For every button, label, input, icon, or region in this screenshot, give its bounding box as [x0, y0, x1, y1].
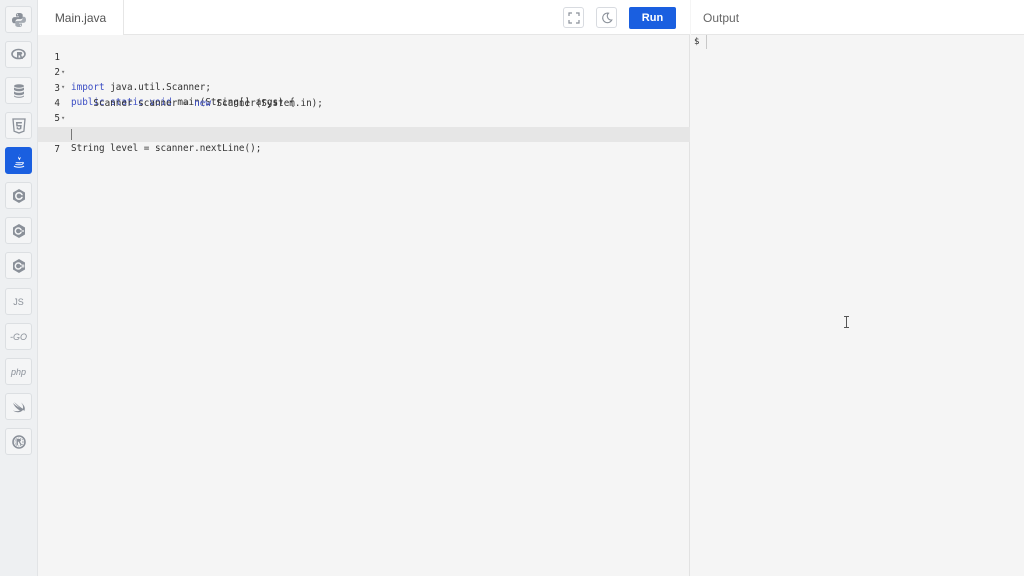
- swift-icon[interactable]: [5, 393, 32, 420]
- code-line: 3 Scanner scanner = new Scanner(System.i…: [38, 66, 690, 109]
- code-editor[interactable]: 1 ▾ import java.util.Scanner; 2 ▾ public…: [38, 35, 690, 576]
- code-line: 1 ▾ import java.util.Scanner;: [38, 35, 690, 93]
- theme-toggle-button[interactable]: [596, 7, 617, 28]
- code-text: String level = scanner.nextLine();: [71, 143, 262, 154]
- code-line: 2 ▾ public static void main(String[] arg…: [38, 50, 690, 108]
- console-cursor: [706, 35, 707, 49]
- console-prompt: $: [694, 37, 700, 47]
- moon-icon: [601, 12, 613, 23]
- code-line: 5 System.out.println("Enter student's cu…: [38, 96, 690, 139]
- text-cursor: [71, 129, 72, 140]
- output-title: Output: [703, 11, 740, 25]
- rust-icon[interactable]: [5, 428, 32, 455]
- output-header: Output: [691, 0, 1024, 35]
- cpp-icon[interactable]: [5, 217, 32, 244]
- go-label[interactable]: -GO: [5, 323, 32, 350]
- javascript-label[interactable]: JS: [5, 288, 32, 315]
- ibeam-cursor-icon: [844, 316, 849, 328]
- run-button[interactable]: Run: [629, 7, 676, 29]
- java-icon[interactable]: [5, 147, 32, 174]
- code-line: 4 ▾ while (true) {: [38, 81, 690, 139]
- python-icon[interactable]: [5, 6, 32, 33]
- code-line-active: 7: [38, 127, 690, 155]
- fullscreen-button[interactable]: [563, 7, 584, 28]
- csharp-icon[interactable]: [5, 252, 32, 279]
- line-number: 7: [54, 144, 60, 155]
- php-label[interactable]: php: [5, 358, 32, 385]
- html5-icon[interactable]: [5, 112, 32, 139]
- editor-header: Main.java Run: [38, 0, 690, 35]
- fullscreen-icon: [567, 11, 580, 24]
- file-tab[interactable]: Main.java: [38, 0, 124, 35]
- output-console[interactable]: $: [691, 35, 1024, 576]
- code-line: 6 String level = scanner.nextLine();: [38, 111, 690, 154]
- language-sidebar: JS -GO php: [0, 0, 38, 576]
- database-icon[interactable]: [5, 77, 32, 104]
- c-icon[interactable]: [5, 182, 32, 209]
- r-icon[interactable]: [5, 41, 32, 68]
